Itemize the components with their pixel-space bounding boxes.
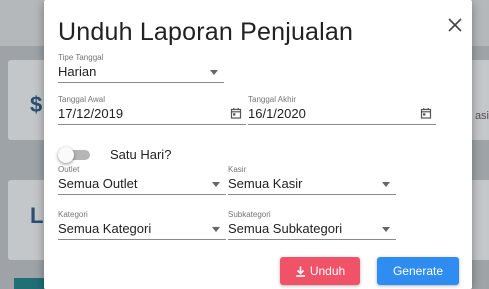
- chevron-down-icon: [382, 182, 390, 187]
- end-date-label: Tanggal Akhir: [248, 95, 297, 104]
- field-underline: [58, 82, 224, 83]
- background-text: asi: [474, 110, 489, 122]
- generate-button[interactable]: Generate: [377, 257, 459, 285]
- field-underline: [58, 194, 226, 195]
- toggle-knob: [58, 147, 74, 163]
- subcategory-value: Semua Subkategori: [228, 221, 343, 236]
- end-date-value: 16/1/2020: [248, 106, 306, 121]
- download-icon: [295, 266, 305, 277]
- chevron-down-icon: [210, 70, 218, 75]
- subcategory-label: Subkategori: [228, 210, 271, 219]
- close-icon[interactable]: [444, 14, 466, 36]
- background-icon: L: [30, 203, 44, 228]
- single-day-toggle[interactable]: [58, 147, 92, 163]
- date-type-select[interactable]: Tipe Tanggal Harian: [58, 53, 224, 85]
- subcategory-select[interactable]: Subkategori Semua Subkategori: [228, 210, 396, 242]
- calendar-icon[interactable]: [230, 107, 242, 119]
- cashier-label: Kasir: [228, 165, 247, 174]
- start-date-label: Tanggal Awal: [58, 95, 105, 104]
- chevron-down-icon: [212, 182, 220, 187]
- end-date-field[interactable]: Tanggal Akhir 16/1/2020: [248, 95, 436, 127]
- cashier-value: Semua Kasir: [228, 176, 303, 191]
- outlet-label: Outlet: [58, 165, 80, 174]
- category-value: Semua Kategori: [58, 221, 152, 236]
- field-underline: [228, 239, 396, 240]
- generate-button-label: Generate: [392, 264, 444, 278]
- background-icon: $: [30, 92, 43, 117]
- date-type-label: Tipe Tanggal: [58, 53, 104, 62]
- field-underline: [228, 194, 396, 195]
- field-underline: [58, 239, 226, 240]
- chevron-down-icon: [212, 227, 220, 232]
- date-type-value: Harian: [58, 64, 97, 79]
- calendar-icon[interactable]: [420, 107, 432, 119]
- start-date-value: 17/12/2019: [58, 106, 124, 121]
- chevron-down-icon: [382, 227, 390, 232]
- category-select[interactable]: Kategori Semua Kategori: [58, 210, 226, 242]
- field-underline: [248, 124, 436, 125]
- category-label: Kategori: [58, 210, 88, 219]
- single-day-label: Satu Hari?: [110, 147, 172, 162]
- outlet-value: Semua Outlet: [58, 176, 138, 191]
- start-date-field[interactable]: Tanggal Awal 17/12/2019: [58, 95, 246, 127]
- field-underline: [58, 124, 246, 125]
- cashier-select[interactable]: Kasir Semua Kasir: [228, 165, 396, 197]
- download-button-label: Unduh: [309, 264, 346, 278]
- background-button: [14, 278, 44, 289]
- outlet-select[interactable]: Outlet Semua Outlet: [58, 165, 226, 197]
- download-button[interactable]: Unduh: [280, 257, 360, 285]
- dialog-title: Unduh Laporan Penjualan: [58, 18, 354, 46]
- download-report-dialog: Unduh Laporan Penjualan Tipe Tanggal Har…: [44, 0, 472, 289]
